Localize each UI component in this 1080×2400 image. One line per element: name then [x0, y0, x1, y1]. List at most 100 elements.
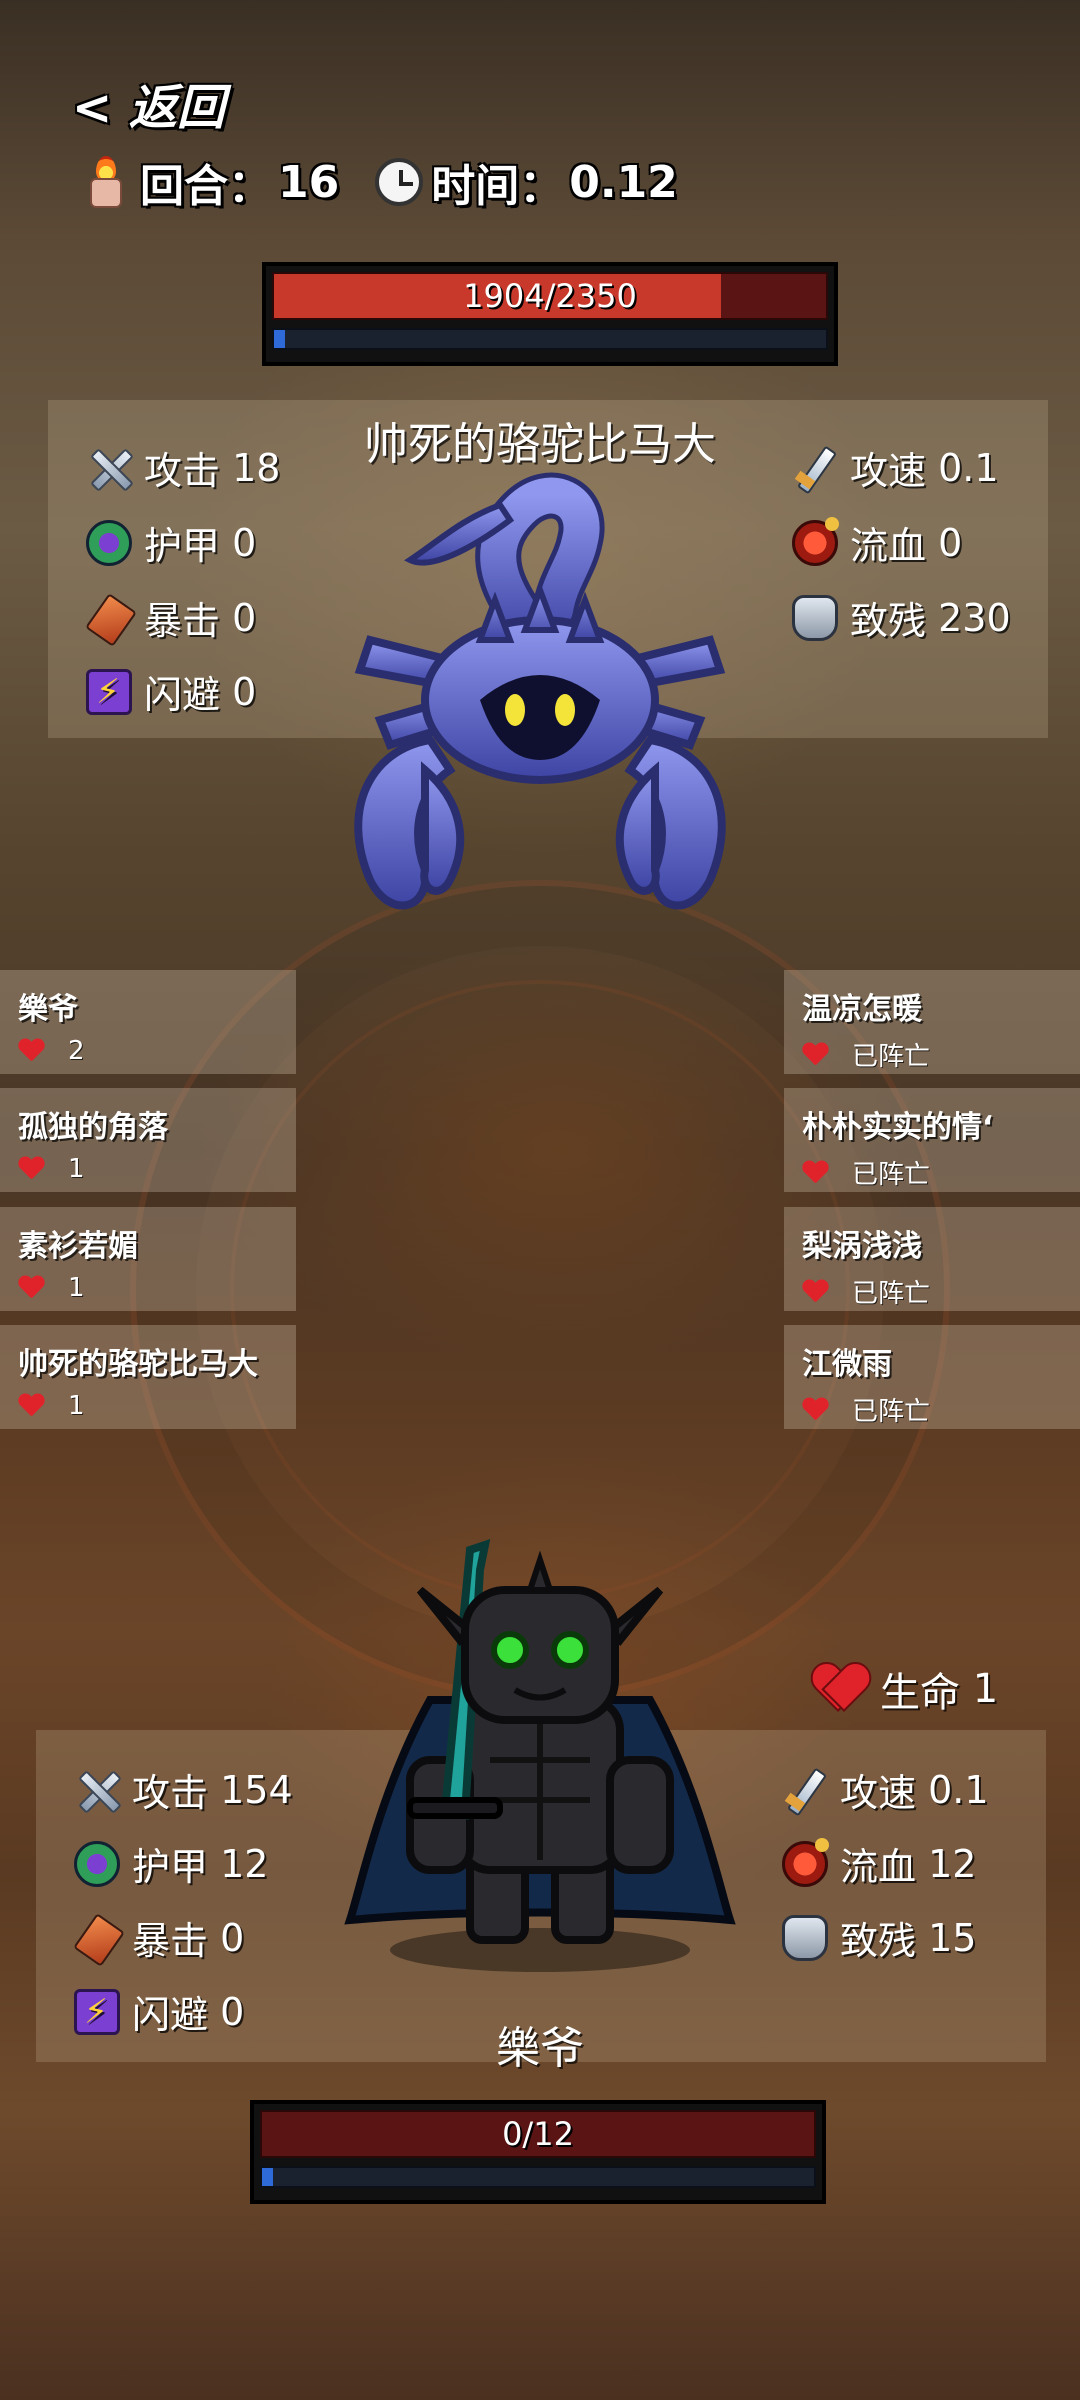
life-value: 1 — [972, 1666, 999, 1712]
player-name: 江微雨 — [802, 1347, 892, 1382]
player-tile[interactable]: 素衫若媚 1 — [0, 1207, 296, 1311]
stat-label: 闪避 — [144, 673, 221, 717]
heart-icon — [802, 1161, 828, 1185]
stat-value: 154 — [220, 1767, 293, 1812]
hero-energy-bar — [260, 2166, 816, 2188]
player-name: 朴朴实实的情ʻ — [802, 1110, 994, 1145]
scorpion-boss-sprite[interactable] — [330, 470, 750, 940]
round-time-bar: 回合： 16 时间： 0.12 — [86, 150, 678, 214]
stat-label: 攻击 — [132, 1771, 209, 1815]
heart-icon — [18, 1276, 44, 1300]
player-name: 帅死的骆驼比马大 — [18, 1347, 258, 1382]
boss-energy-bar — [272, 328, 828, 350]
heart-icon — [18, 1039, 44, 1063]
stat-value: 0.1 — [938, 445, 999, 490]
attack-icon — [86, 445, 132, 491]
hero-life: 生命 1 — [812, 1660, 998, 1718]
stat-value: 0 — [220, 1915, 245, 1960]
stat-label: 攻击 — [144, 449, 221, 493]
boss-energy-fill — [274, 330, 286, 348]
player-status: 2 — [68, 1036, 85, 1066]
life-heart-icon — [812, 1664, 866, 1714]
stat-value: 0 — [232, 595, 257, 640]
boss-stat-attack: 攻击 18 — [86, 440, 280, 495]
hero-energy-fill — [262, 2168, 274, 2186]
attack-speed-icon — [792, 445, 838, 491]
player-name: 温凉怎暖 — [802, 992, 922, 1027]
stat-label: 护甲 — [144, 524, 221, 568]
hero-hp-text: 0/12 — [502, 2115, 574, 2153]
bleed-icon — [792, 516, 839, 566]
player-status: 已阵亡 — [852, 1042, 931, 1072]
boss-hp-text: 1904/2350 — [463, 277, 637, 315]
attack-icon — [74, 1767, 120, 1813]
player-status: 1 — [68, 1154, 85, 1184]
boss-stat-armor: 护甲 0 — [86, 515, 256, 570]
round-value: 16 — [278, 156, 340, 208]
armor-icon — [86, 519, 132, 566]
crit-icon — [86, 595, 132, 641]
player-name: 梨涡浅浅 — [802, 1229, 922, 1264]
heart-icon — [18, 1394, 44, 1418]
player-status: 1 — [68, 1273, 85, 1303]
stat-value: 15 — [928, 1915, 977, 1960]
heart-icon — [802, 1043, 828, 1067]
hero-hp-bar: 0/12 — [260, 2110, 816, 2158]
stat-label: 攻速 — [850, 449, 927, 493]
clock-icon — [375, 158, 424, 206]
hero-stat-maim: 致残 15 — [782, 1910, 976, 1965]
boss-stat-maim: 致残 230 — [792, 590, 1011, 645]
time-label: 时间： — [431, 161, 564, 212]
heart-icon — [802, 1280, 828, 1304]
hero-stat-attack: 攻击 154 — [74, 1762, 293, 1817]
dodge-icon — [86, 668, 132, 715]
candle-icon — [86, 156, 126, 208]
player-tile[interactable]: 温凉怎暖 已阵亡 — [784, 970, 1080, 1074]
boss-stat-attack-speed: 攻速 0.1 — [792, 440, 999, 495]
hero-stat-armor: 护甲 12 — [74, 1836, 268, 1891]
player-status: 已阵亡 — [852, 1160, 931, 1190]
life-label: 生命 — [880, 1670, 960, 1716]
player-name: 素衫若媚 — [18, 1229, 138, 1264]
armor-icon — [74, 1840, 120, 1887]
back-button[interactable]: < 返回 — [72, 68, 225, 138]
knight-hero-sprite[interactable] — [340, 1530, 740, 1980]
player-tile[interactable]: 朴朴实实的情ʻ 已阵亡 — [784, 1088, 1080, 1192]
stat-label: 流血 — [840, 1845, 917, 1889]
player-tile[interactable]: 江微雨 已阵亡 — [784, 1325, 1080, 1429]
crit-icon — [74, 1915, 120, 1961]
player-name: 樂爷 — [18, 992, 78, 1027]
bleed-icon — [782, 1837, 829, 1887]
player-status: 1 — [68, 1391, 85, 1421]
maim-icon — [782, 1914, 828, 1961]
stat-value: 0.1 — [928, 1767, 989, 1812]
player-name: 孤独的角落 — [18, 1110, 168, 1145]
stat-label: 暴击 — [132, 1919, 209, 1963]
player-tile[interactable]: 帅死的骆驼比马大 1 — [0, 1325, 296, 1429]
attack-speed-icon — [782, 1767, 828, 1813]
maim-icon — [792, 594, 838, 641]
boss-hp-panel: 1904/2350 — [262, 262, 838, 366]
heart-icon — [18, 1157, 44, 1181]
stat-label: 护甲 — [132, 1845, 209, 1889]
hero-name: 樂爷 — [496, 2023, 584, 2074]
player-tile[interactable]: 樂爷 2 — [0, 970, 296, 1074]
player-status: 已阵亡 — [852, 1279, 931, 1309]
stat-value: 0 — [938, 520, 963, 565]
stat-value: 18 — [232, 445, 281, 490]
stat-label: 致残 — [840, 1919, 917, 1963]
hero-stat-attack-speed: 攻速 0.1 — [782, 1762, 989, 1817]
hero-hp-panel: 0/12 — [250, 2100, 826, 2204]
heart-icon — [802, 1398, 828, 1422]
stat-label: 致残 — [850, 599, 927, 643]
round-label: 回合： — [140, 161, 272, 212]
player-tile[interactable]: 梨涡浅浅 已阵亡 — [784, 1207, 1080, 1311]
player-tile[interactable]: 孤独的角落 1 — [0, 1088, 296, 1192]
boss-hp-bar: 1904/2350 — [272, 272, 828, 320]
stat-label: 攻速 — [840, 1771, 917, 1815]
magic-circle-inner-decoration — [230, 980, 850, 1600]
stat-label: 流血 — [850, 524, 927, 568]
stat-value: 230 — [938, 595, 1011, 640]
hero-stat-bleed: 流血 12 — [782, 1836, 976, 1891]
stat-value: 0 — [232, 669, 257, 714]
